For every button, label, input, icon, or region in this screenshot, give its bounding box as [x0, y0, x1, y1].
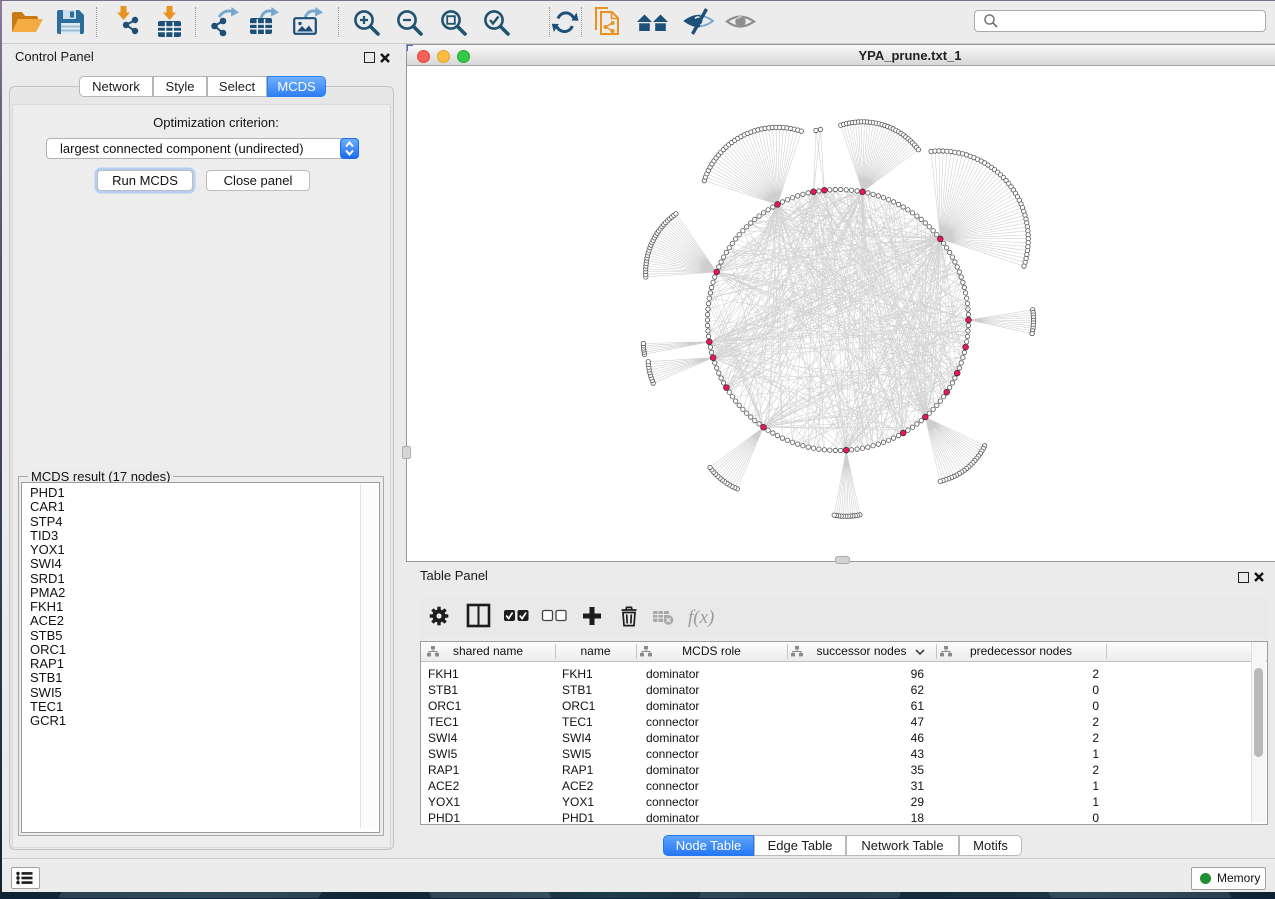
svg-text:f(x): f(x) — [688, 607, 714, 628]
